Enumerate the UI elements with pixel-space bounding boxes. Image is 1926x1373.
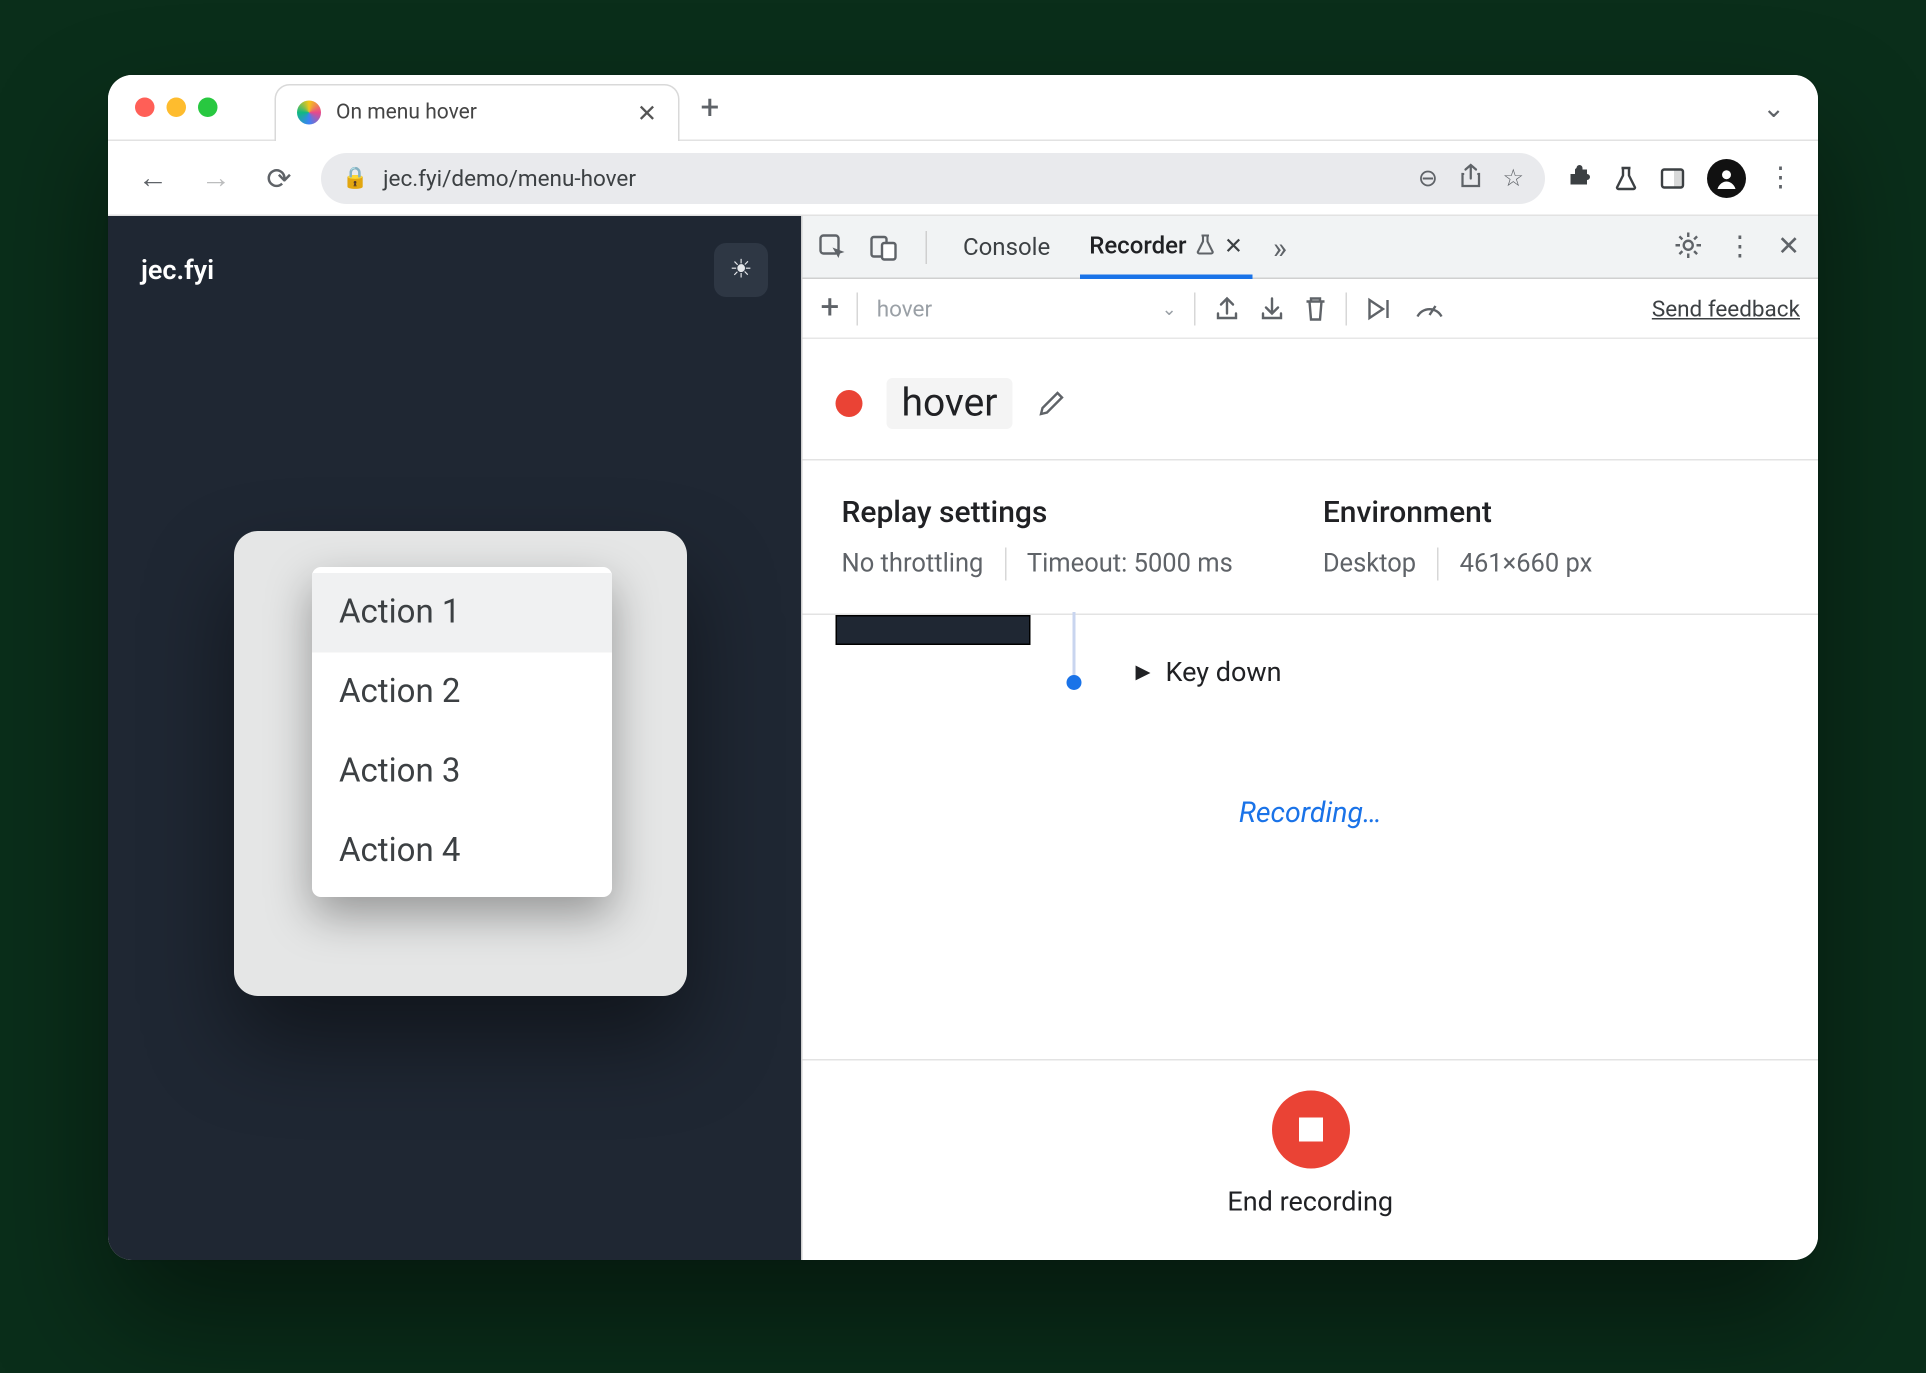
recording-name[interactable]: hover [887, 378, 1013, 429]
url-text: jec.fyi/demo/menu-hover [383, 164, 636, 191]
end-recording-button[interactable] [1271, 1091, 1349, 1169]
share-icon[interactable] [1459, 164, 1482, 193]
flask-icon [1195, 234, 1215, 257]
timeline-line [1073, 612, 1076, 684]
steps-panel: ▶ Key down Recording… [803, 614, 1819, 1060]
window-fullscreen-button[interactable] [198, 98, 218, 118]
recording-indicator-icon [836, 390, 863, 417]
timeout-value[interactable]: Timeout: 5000 ms [1027, 549, 1233, 579]
step-label: Key down [1166, 657, 1282, 689]
forward-button[interactable]: → [195, 159, 237, 197]
devtools-panel: Console Recorder ✕ » ⋮ [801, 216, 1818, 1260]
side-panel-icon[interactable] [1659, 164, 1686, 191]
lock-icon: 🔒 [342, 166, 368, 190]
environment-settings: Environment Desktop 461×660 px [1323, 494, 1593, 581]
tab-favicon-icon [297, 101, 321, 125]
site-name: jec.fyi [141, 254, 214, 286]
browser-tab[interactable]: On menu hover ✕ [275, 83, 680, 140]
replay-icon[interactable] [1366, 295, 1396, 322]
tab-title: On menu hover [336, 101, 477, 125]
hover-menu: Action 1 Action 2 Action 3 Action 4 [312, 567, 612, 897]
new-tab-button[interactable]: + [701, 90, 720, 128]
device-toolbar-icon[interactable] [869, 232, 899, 262]
expand-triangle-icon[interactable]: ▶ [1136, 662, 1151, 685]
tab-close-icon[interactable]: ✕ [1224, 232, 1243, 259]
devtools-close-icon[interactable]: ✕ [1777, 231, 1800, 263]
send-feedback-link[interactable]: Send feedback [1652, 295, 1800, 322]
recording-status: Recording… [803, 795, 1819, 830]
end-recording-label: End recording [1227, 1187, 1393, 1219]
back-button[interactable]: ← [132, 159, 174, 197]
extensions-icon[interactable] [1566, 164, 1593, 191]
tab-console-label: Console [963, 233, 1050, 262]
devtools-tabbar: Console Recorder ✕ » ⋮ [803, 216, 1819, 279]
zoom-out-icon[interactable]: ⊖ [1418, 164, 1438, 193]
tab-recorder[interactable]: Recorder ✕ [1080, 216, 1252, 279]
tab-console[interactable]: Console [954, 216, 1059, 278]
stop-icon [1298, 1118, 1322, 1142]
page-viewport: jec.fyi ☀ H e! Action 1 Action 2 Action … [108, 216, 801, 1260]
new-recording-button[interactable]: + [821, 290, 840, 328]
recording-selector[interactable]: hover ⌄ [877, 295, 1177, 322]
content-area: jec.fyi ☀ H e! Action 1 Action 2 Action … [108, 216, 1818, 1260]
devtools-menu-icon[interactable]: ⋮ [1726, 231, 1753, 263]
url-toolbar: ← → ⟳ 🔒 jec.fyi/demo/menu-hover ⊖ ☆ [108, 141, 1818, 216]
labs-flask-icon[interactable] [1614, 164, 1638, 191]
device-value[interactable]: Desktop [1323, 549, 1416, 579]
bookmark-star-icon[interactable]: ☆ [1502, 164, 1524, 193]
window-minimize-button[interactable] [167, 98, 187, 118]
viewport-value[interactable]: 461×660 px [1460, 549, 1593, 579]
menu-item-4[interactable]: Action 4 [312, 812, 612, 892]
step-keydown[interactable]: ▶ Key down [1136, 657, 1282, 689]
menu-item-3[interactable]: Action 3 [312, 732, 612, 812]
environment-heading: Environment [1323, 494, 1593, 530]
menu-item-1[interactable]: Action 1 [312, 573, 612, 653]
step-thumbnail [836, 615, 1031, 645]
tab-recorder-label: Recorder [1089, 231, 1186, 260]
browser-menu-icon[interactable]: ⋮ [1767, 162, 1794, 194]
settings-gear-icon[interactable] [1674, 231, 1703, 263]
recorder-footer: End recording [803, 1059, 1819, 1260]
recording-select-value: hover [877, 295, 932, 322]
menu-item-2[interactable]: Action 2 [312, 653, 612, 733]
inspect-element-icon[interactable] [818, 232, 848, 262]
sun-icon: ☀ [730, 255, 753, 285]
throttling-value[interactable]: No throttling [842, 549, 984, 579]
recording-header: hover [803, 339, 1819, 459]
more-tabs-icon[interactable]: » [1273, 229, 1287, 265]
delete-icon[interactable] [1304, 295, 1328, 322]
reload-button[interactable]: ⟳ [258, 160, 300, 196]
recorder-toolbar: + hover ⌄ [803, 279, 1819, 339]
export-icon[interactable] [1214, 295, 1241, 322]
import-icon[interactable] [1259, 295, 1286, 322]
replay-settings: Replay settings No throttling Timeout: 5… [842, 494, 1233, 581]
window-close-button[interactable] [135, 98, 155, 118]
theme-toggle-button[interactable]: ☀ [714, 243, 768, 297]
speed-icon[interactable] [1414, 296, 1447, 320]
chevron-down-icon: ⌄ [1162, 298, 1177, 319]
window-titlebar: On menu hover ✕ + ⌄ [108, 75, 1818, 141]
recorder-settings-row: Replay settings No throttling Timeout: 5… [803, 459, 1819, 614]
address-bar[interactable]: 🔒 jec.fyi/demo/menu-hover ⊖ ☆ [321, 152, 1545, 203]
replay-settings-heading: Replay settings [842, 494, 1233, 530]
tab-dropdown-icon[interactable]: ⌄ [1762, 93, 1785, 125]
traffic-lights [135, 98, 218, 118]
profile-avatar-icon[interactable] [1707, 158, 1746, 197]
tab-close-icon[interactable]: ✕ [637, 98, 657, 127]
edit-name-icon[interactable] [1036, 389, 1066, 419]
browser-window: On menu hover ✕ + ⌄ ← → ⟳ 🔒 jec.fyi/demo… [108, 75, 1818, 1260]
